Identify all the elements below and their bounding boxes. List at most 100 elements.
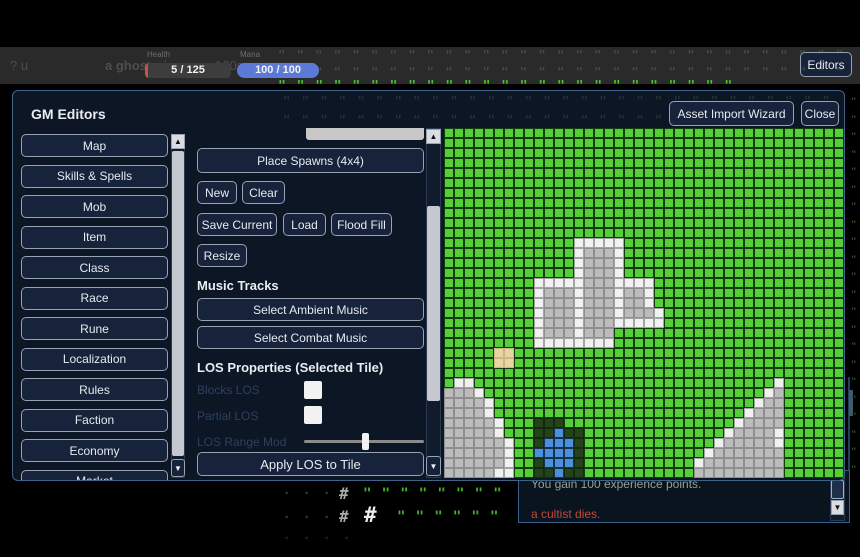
map-tile[interactable] bbox=[744, 308, 754, 318]
map-tile[interactable] bbox=[734, 278, 744, 288]
map-tile[interactable] bbox=[564, 308, 574, 318]
map-tile[interactable] bbox=[754, 188, 764, 198]
map-tile[interactable] bbox=[804, 138, 814, 148]
map-tile[interactable] bbox=[774, 388, 784, 398]
map-tile[interactable] bbox=[494, 198, 504, 208]
map-tile[interactable] bbox=[594, 468, 604, 478]
map-tile[interactable] bbox=[644, 468, 654, 478]
map-tile[interactable] bbox=[824, 328, 834, 338]
map-tile[interactable] bbox=[724, 328, 734, 338]
map-tile[interactable] bbox=[574, 248, 584, 258]
map-tile[interactable] bbox=[444, 408, 454, 418]
map-tile[interactable] bbox=[544, 308, 554, 318]
sidebar-item-rune[interactable]: Rune bbox=[21, 317, 168, 340]
map-tile[interactable] bbox=[694, 128, 704, 138]
map-tile[interactable] bbox=[814, 418, 824, 428]
map-tile[interactable] bbox=[514, 388, 524, 398]
map-tile[interactable] bbox=[574, 448, 584, 458]
map-tile[interactable] bbox=[574, 428, 584, 438]
map-tile[interactable] bbox=[534, 348, 544, 358]
map-tile[interactable] bbox=[564, 408, 574, 418]
map-tile[interactable] bbox=[834, 288, 844, 298]
map-tile[interactable] bbox=[714, 418, 724, 428]
map-tile[interactable] bbox=[694, 288, 704, 298]
map-tile[interactable] bbox=[594, 338, 604, 348]
map-tile[interactable] bbox=[764, 178, 774, 188]
map-tile[interactable] bbox=[774, 338, 784, 348]
map-tile[interactable] bbox=[714, 438, 724, 448]
map-tile[interactable] bbox=[694, 358, 704, 368]
map-tile[interactable] bbox=[734, 388, 744, 398]
map-tile[interactable] bbox=[754, 238, 764, 248]
map-tile[interactable] bbox=[454, 348, 464, 358]
map-tile[interactable] bbox=[794, 258, 804, 268]
map-tile[interactable] bbox=[634, 388, 644, 398]
map-tile[interactable] bbox=[754, 378, 764, 388]
map-tile[interactable] bbox=[634, 228, 644, 238]
map-tile[interactable] bbox=[834, 408, 844, 418]
sidebar-item-economy[interactable]: Economy bbox=[21, 439, 168, 462]
map-tile[interactable] bbox=[824, 268, 834, 278]
map-tile[interactable] bbox=[474, 358, 484, 368]
map-tile[interactable] bbox=[644, 318, 654, 328]
map-tile[interactable] bbox=[444, 288, 454, 298]
map-tile[interactable] bbox=[534, 338, 544, 348]
map-tile[interactable] bbox=[454, 368, 464, 378]
map-tile[interactable] bbox=[484, 448, 494, 458]
map-tile[interactable] bbox=[824, 408, 834, 418]
map-tile[interactable] bbox=[654, 208, 664, 218]
map-tile[interactable] bbox=[734, 368, 744, 378]
map-tile[interactable] bbox=[584, 448, 594, 458]
map-tile[interactable] bbox=[704, 188, 714, 198]
map-tile[interactable] bbox=[524, 208, 534, 218]
map-tile[interactable] bbox=[604, 138, 614, 148]
map-tile[interactable] bbox=[754, 258, 764, 268]
map-tile[interactable] bbox=[754, 308, 764, 318]
map-tile[interactable] bbox=[674, 338, 684, 348]
map-tile[interactable] bbox=[794, 468, 804, 478]
map-tile[interactable] bbox=[754, 138, 764, 148]
map-tile[interactable] bbox=[444, 378, 454, 388]
map-tile[interactable] bbox=[624, 288, 634, 298]
map-tile[interactable] bbox=[554, 148, 564, 158]
map-tile[interactable] bbox=[524, 468, 534, 478]
map-tile[interactable] bbox=[484, 408, 494, 418]
map-tile[interactable] bbox=[804, 208, 814, 218]
map-tile[interactable] bbox=[724, 358, 734, 368]
map-tile[interactable] bbox=[774, 458, 784, 468]
map-tile[interactable] bbox=[444, 388, 454, 398]
map-tile[interactable] bbox=[584, 138, 594, 148]
map-tile[interactable] bbox=[574, 368, 584, 378]
map-tile[interactable] bbox=[474, 128, 484, 138]
sidebar-item-faction[interactable]: Faction bbox=[21, 409, 168, 432]
map-tile[interactable] bbox=[474, 438, 484, 448]
map-tile[interactable] bbox=[774, 318, 784, 328]
map-tile[interactable] bbox=[494, 268, 504, 278]
map-tile[interactable] bbox=[644, 308, 654, 318]
map-tile[interactable] bbox=[694, 138, 704, 148]
map-tile[interactable] bbox=[644, 158, 654, 168]
map-tile[interactable] bbox=[814, 298, 824, 308]
map-tile[interactable] bbox=[444, 348, 454, 358]
map-tile[interactable] bbox=[794, 398, 804, 408]
map-tile[interactable] bbox=[644, 408, 654, 418]
map-tile[interactable] bbox=[664, 248, 674, 258]
map-tile[interactable] bbox=[794, 338, 804, 348]
map-tile[interactable] bbox=[454, 268, 464, 278]
map-tile[interactable] bbox=[584, 348, 594, 358]
map-tile[interactable] bbox=[694, 308, 704, 318]
map-tile[interactable] bbox=[834, 298, 844, 308]
map-tile[interactable] bbox=[664, 358, 674, 368]
map-tile[interactable] bbox=[624, 458, 634, 468]
map-tile[interactable] bbox=[664, 188, 674, 198]
close-button[interactable]: Close bbox=[801, 101, 839, 126]
map-tile[interactable] bbox=[494, 148, 504, 158]
map-tile[interactable] bbox=[804, 228, 814, 238]
map-tile[interactable] bbox=[674, 358, 684, 368]
map-tile[interactable] bbox=[524, 448, 534, 458]
map-tile[interactable] bbox=[484, 138, 494, 148]
map-tile[interactable] bbox=[794, 248, 804, 258]
map-tile[interactable] bbox=[664, 178, 674, 188]
map-tile[interactable] bbox=[774, 138, 784, 148]
map-tile[interactable] bbox=[514, 168, 524, 178]
